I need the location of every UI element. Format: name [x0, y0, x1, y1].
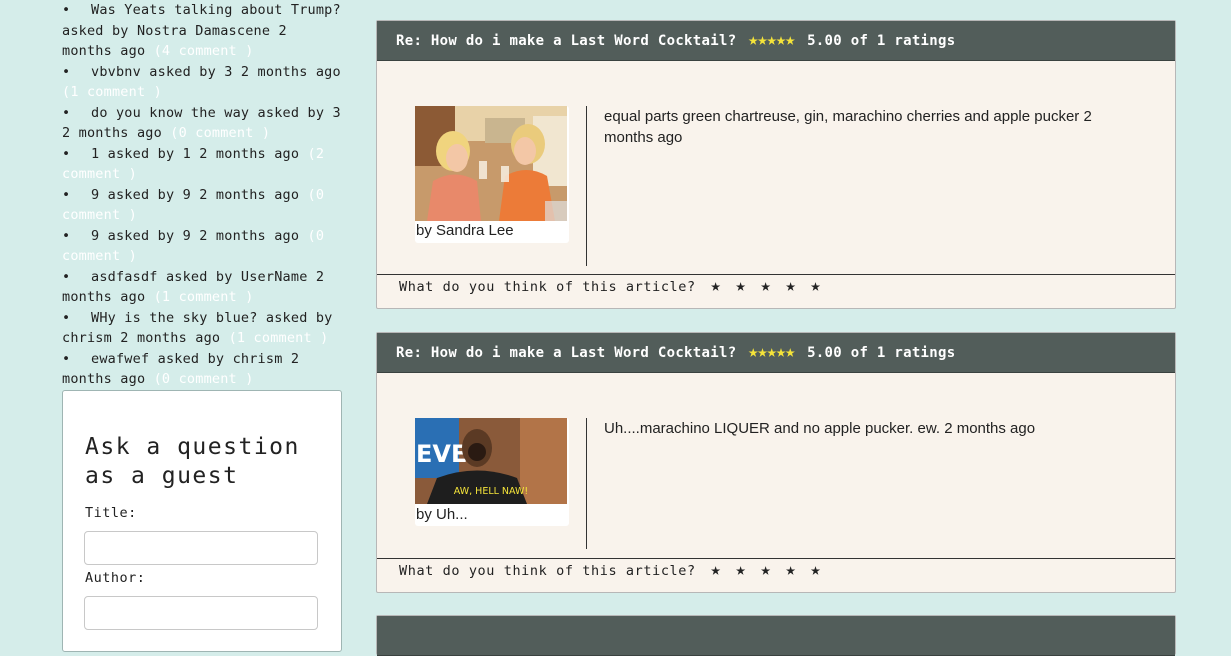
guest-question-form: Ask a question as a guest Title: Author: [62, 390, 342, 652]
rate-star-icon[interactable]: ★ [810, 560, 820, 580]
title-label: Title: [85, 505, 137, 521]
question-link[interactable]: vbvbnv asked by 3 2 months ago [91, 64, 341, 80]
list-item: vbvbnv asked by 3 2 months ago (1 commen… [62, 62, 344, 103]
author-photo: EVE AW, HELL NAW! [415, 418, 567, 504]
question-link[interactable]: 1 asked by 1 2 months ago [91, 146, 299, 162]
list-item: 9 asked by 9 2 months ago (0 comment ) [62, 185, 344, 226]
list-item: do you know the way asked by 3 2 months … [62, 103, 344, 144]
author-card: by Sandra Lee [415, 106, 569, 243]
rate-star-icon[interactable]: ★ [760, 276, 770, 296]
comment-count-link[interactable]: (0 comment ) [170, 125, 270, 141]
author-name: by Uh... [416, 506, 468, 523]
author-card: EVE AW, HELL NAW! by Uh... [415, 418, 569, 526]
rating-footer: What do you think of this article? ★ ★ ★… [377, 558, 1175, 592]
question-list: Was Yeats talking about Trump? asked by … [62, 0, 344, 390]
answer-text: Uh....marachino LIQUER and no apple puck… [604, 420, 1036, 437]
divider [586, 418, 587, 549]
list-item: Was Yeats talking about Trump? asked by … [62, 0, 344, 62]
author-photo [415, 106, 567, 221]
answer-body: EVE AW, HELL NAW! by Uh... Uh....marachi… [377, 373, 1175, 559]
comment-count-link[interactable]: (1 comment ) [62, 84, 162, 100]
list-item: WHy is the sky blue? asked by chrism 2 m… [62, 308, 344, 349]
rating-stars-display: ★★★★★ [748, 342, 795, 362]
rate-star-icon[interactable]: ★ [735, 276, 745, 296]
list-item: 9 asked by 9 2 months ago (0 comment ) [62, 226, 344, 267]
rating-stars-display: ★★★★★ [748, 30, 795, 50]
title-input[interactable] [84, 531, 318, 565]
rating-prompt: What do you think of this article? [399, 563, 696, 579]
author-label: Author: [85, 570, 146, 586]
image-caption-text: AW, HELL NAW! [454, 486, 528, 497]
author-name: by Sandra Lee [416, 222, 514, 239]
rate-star-icon[interactable]: ★ [710, 276, 720, 296]
comment-count-link[interactable]: (1 comment ) [154, 289, 254, 305]
answer-header: Re: How do i make a Last Word Cocktail? … [377, 333, 1175, 373]
rate-star-icon[interactable]: ★ [785, 276, 795, 296]
answer-text: equal parts green chartreuse, gin, marac… [604, 108, 1092, 146]
question-link[interactable]: 9 asked by 9 2 months ago [91, 228, 299, 244]
rating-summary: 5.00 of 1 ratings [807, 33, 956, 49]
answer-title: Re: How do i make a Last Word Cocktail? [396, 345, 737, 361]
rate-star-icon[interactable]: ★ [810, 276, 820, 296]
list-item: asdfasdf asked by UserName 2 months ago … [62, 267, 344, 308]
rate-star-icon[interactable]: ★ [735, 560, 745, 580]
answer-body: by Sandra Lee equal parts green chartreu… [377, 61, 1175, 275]
comment-count-link[interactable]: (4 comment ) [154, 43, 254, 59]
rate-star-icon[interactable]: ★ [785, 560, 795, 580]
answer-card: Re: How do i make a Last Word Cocktail? … [376, 20, 1176, 309]
image-sign-text: EVE [416, 440, 467, 468]
question-sidebar: Was Yeats talking about Trump? asked by … [62, 0, 344, 390]
rating-footer: What do you think of this article? ★ ★ ★… [377, 274, 1175, 308]
answer-card [376, 615, 1176, 656]
comment-count-link[interactable]: (0 comment ) [154, 371, 254, 387]
answer-title: Re: How do i make a Last Word Cocktail? [396, 33, 737, 49]
rate-star-icon[interactable]: ★ [710, 560, 720, 580]
answer-header: Re: How do i make a Last Word Cocktail? … [377, 21, 1175, 61]
answer-card: Re: How do i make a Last Word Cocktail? … [376, 332, 1176, 593]
divider [586, 106, 587, 266]
rate-star-icon[interactable]: ★ [760, 560, 770, 580]
comment-count-link[interactable]: (1 comment ) [229, 330, 329, 346]
list-item: 1 asked by 1 2 months ago (2 comment ) [62, 144, 344, 185]
author-input[interactable] [84, 596, 318, 630]
guest-form-heading: Ask a question as a guest [85, 434, 300, 489]
rating-prompt: What do you think of this article? [399, 279, 696, 295]
list-item: ewafwef asked by chrism 2 months ago (0 … [62, 349, 344, 390]
question-link[interactable]: 9 asked by 9 2 months ago [91, 187, 299, 203]
rating-summary: 5.00 of 1 ratings [807, 345, 956, 361]
answer-header [377, 616, 1175, 656]
